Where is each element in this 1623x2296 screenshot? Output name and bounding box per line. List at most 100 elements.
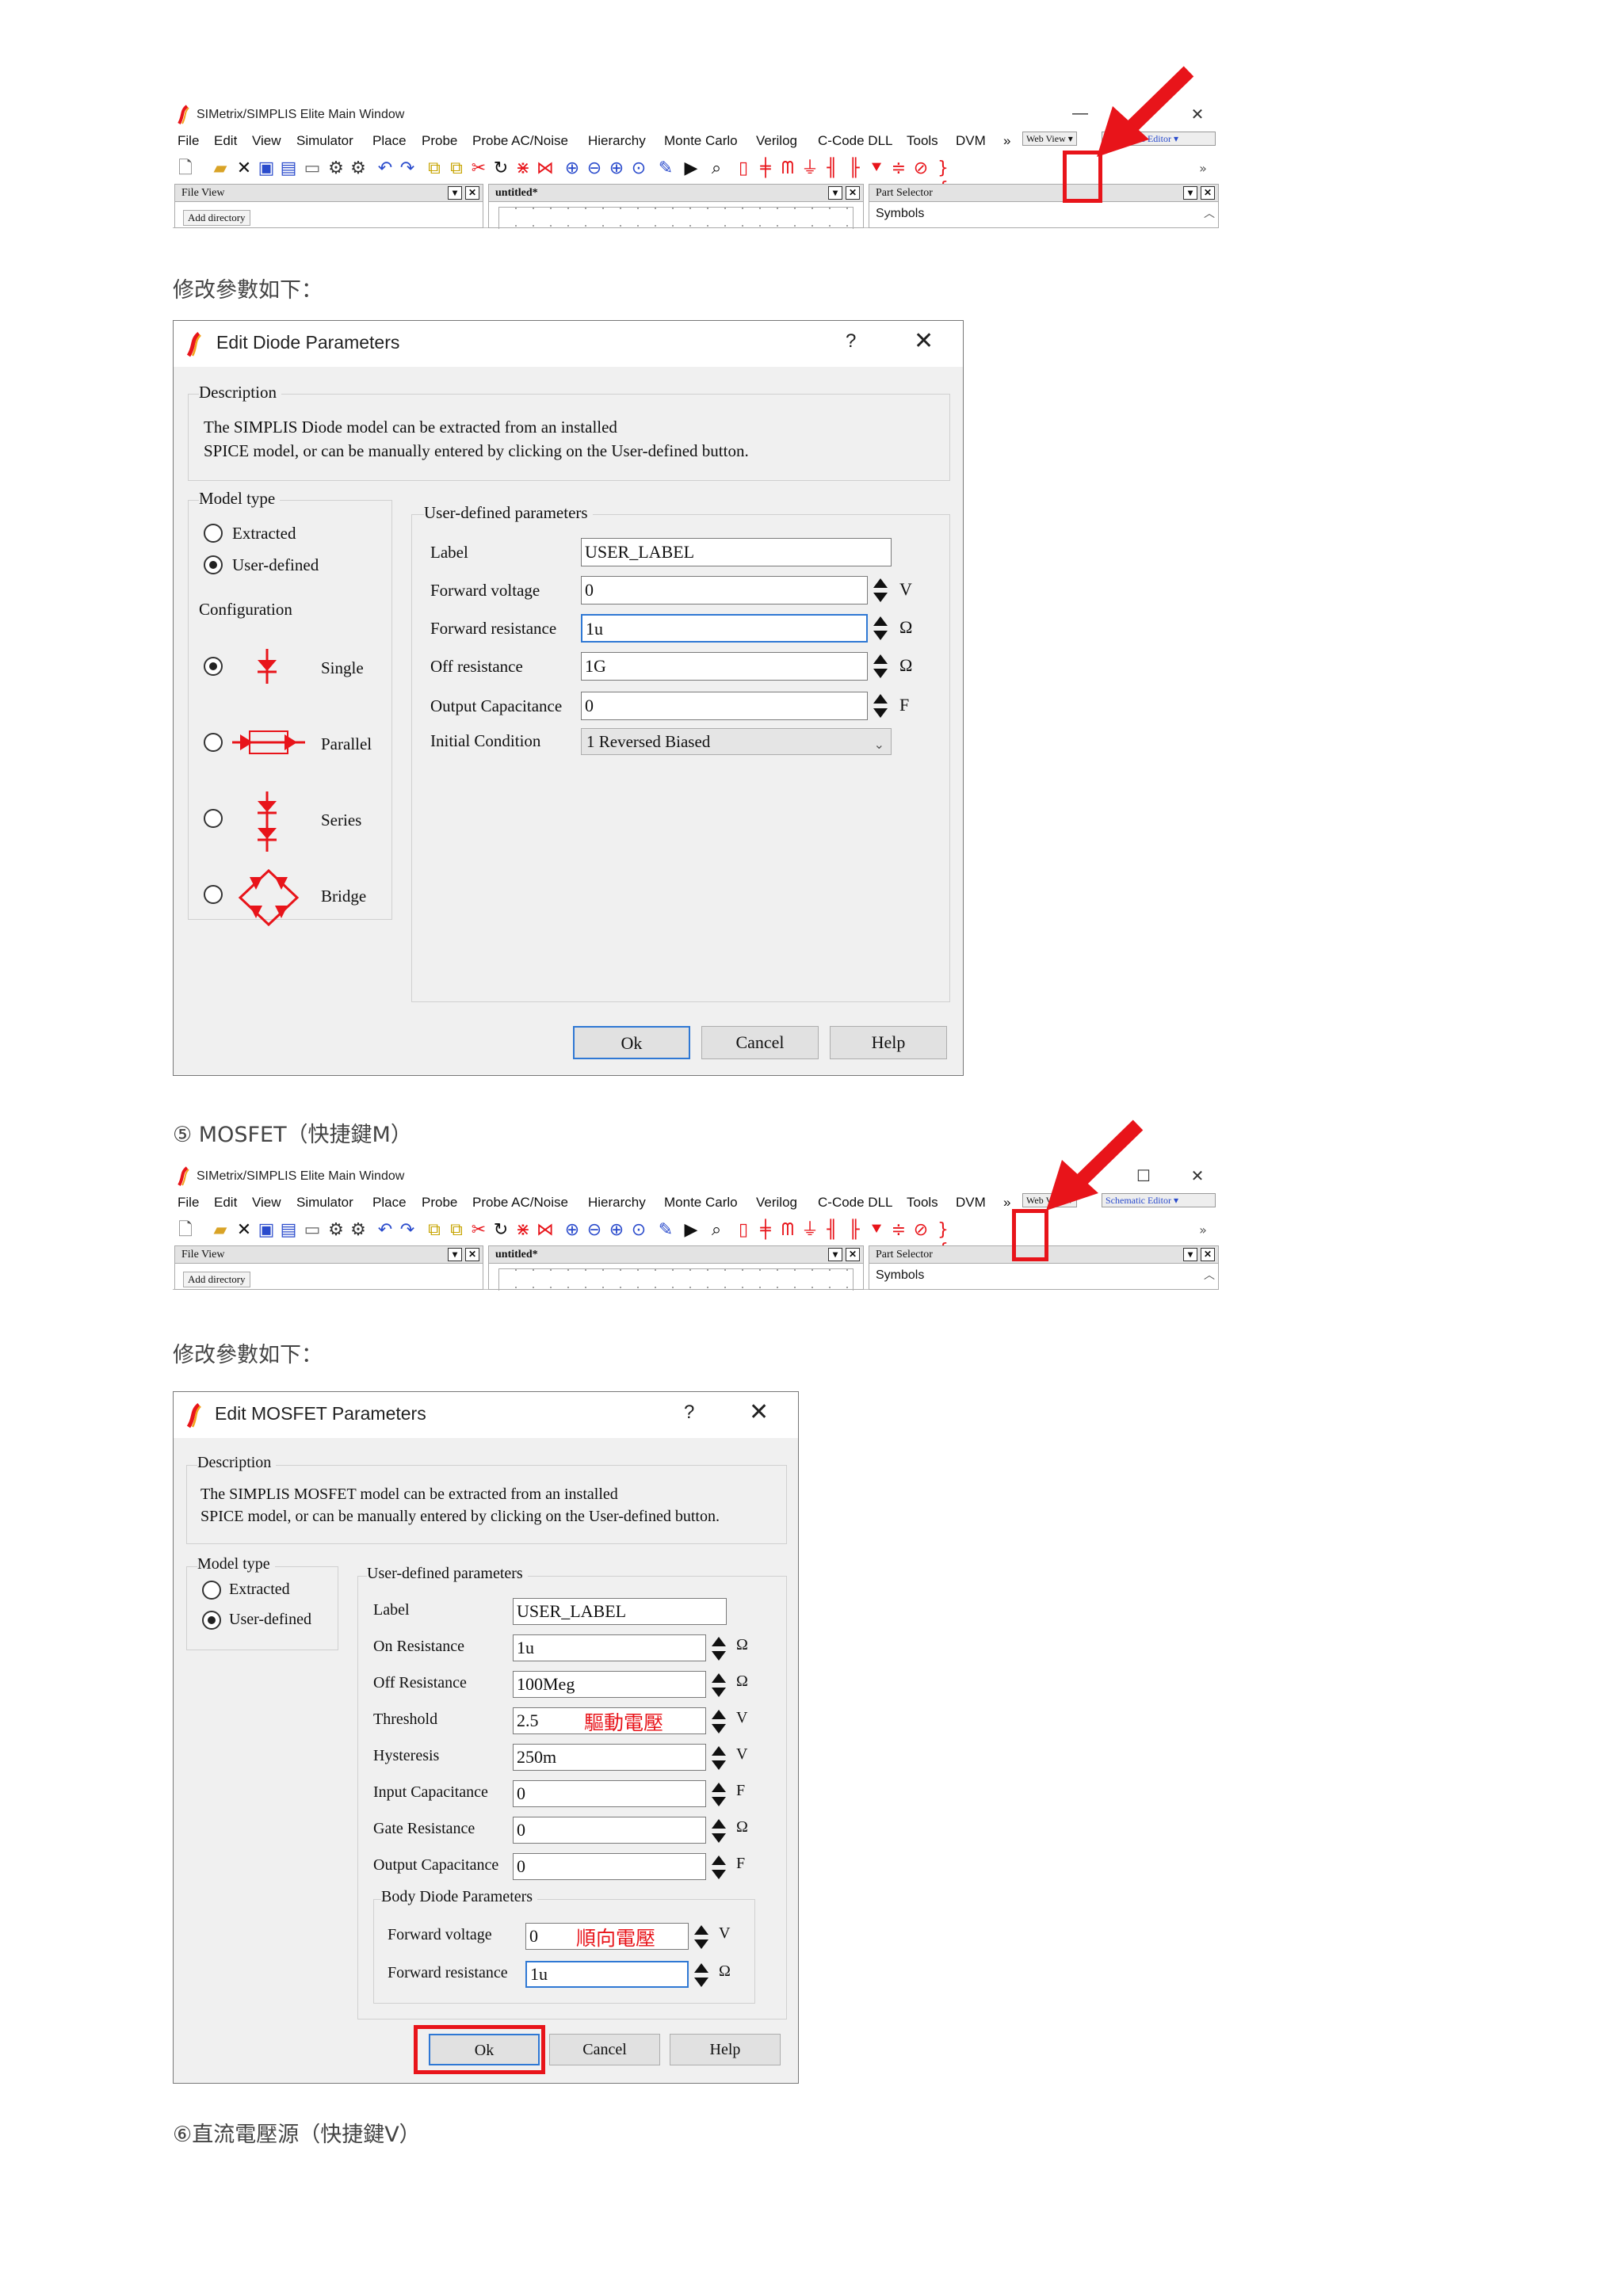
settings-icon[interactable]: ⚙ (327, 1220, 346, 1241)
zoom-out-icon[interactable]: ⊖ (585, 1220, 604, 1241)
menu-probe-ac-noise[interactable]: Probe AC/Noise (472, 1195, 568, 1211)
menu-file[interactable]: File (178, 133, 199, 149)
menu-hierarchy[interactable]: Hierarchy (588, 133, 646, 149)
gate-resistance-input[interactable]: 0 (513, 1817, 706, 1844)
wire-pen-icon[interactable]: ✎ (656, 158, 675, 179)
initial-condition-select[interactable]: 1 Reversed Biased ⌄ (581, 728, 892, 755)
off-resistance-stepper[interactable] (709, 1671, 728, 1699)
threshold-stepper[interactable] (709, 1707, 728, 1736)
open-folder-icon[interactable]: ▰ (211, 158, 230, 179)
bracket-icon[interactable]: }{ (934, 1220, 953, 1261)
add-directory-button[interactable]: Add directory (183, 210, 250, 226)
zoom-out-icon[interactable]: ⊖ (585, 158, 604, 179)
close-pane-icon[interactable]: ✕ (846, 186, 860, 200)
undo-icon[interactable]: ↶ (376, 158, 395, 179)
user-defined-radio[interactable] (204, 555, 223, 574)
scroll-up-icon[interactable]: ︿ (1204, 205, 1215, 221)
schematic-grid[interactable] (498, 207, 854, 229)
help-button[interactable]: Help (670, 2034, 781, 2065)
zoom-fit-icon[interactable]: ⊕ (563, 1220, 582, 1241)
extracted-radio[interactable] (202, 1581, 221, 1600)
wire-pen-icon[interactable]: ✎ (656, 1220, 675, 1241)
nmos-icon[interactable]: ╢ (823, 1220, 842, 1241)
gate-resistance-stepper[interactable] (709, 1817, 728, 1845)
help-icon[interactable]: ? (846, 330, 856, 353)
new-file-icon[interactable]: 🗋 (176, 158, 195, 179)
hysteresis-input[interactable]: 250m (513, 1744, 706, 1771)
save-all-icon[interactable]: ▤ (279, 1220, 298, 1241)
off-resistance-input[interactable]: 1G (581, 652, 868, 681)
schematic-grid[interactable] (498, 1268, 854, 1291)
schematic-tab[interactable]: untitled* ▾ ✕ (489, 185, 863, 202)
options-icon[interactable]: ⚙ (349, 1220, 368, 1241)
menu-file[interactable]: File (178, 1195, 199, 1211)
open-folder-icon[interactable]: ▰ (211, 1220, 230, 1241)
delete-icon[interactable]: ✕ (235, 158, 254, 179)
inductor-icon[interactable]: ᗰ (778, 158, 797, 179)
cancel-button[interactable]: Cancel (549, 2034, 660, 2065)
source-icon[interactable]: ⊘ (911, 158, 930, 179)
dropdown-icon[interactable]: ▾ (1183, 186, 1197, 200)
single-radio[interactable] (204, 657, 223, 676)
paste-icon[interactable]: ⧉ (447, 158, 466, 179)
menu-simulator[interactable]: Simulator (296, 1195, 353, 1211)
menu-dvm[interactable]: DVM (956, 1195, 986, 1211)
zoom-box-icon[interactable]: ⊙ (629, 1220, 648, 1241)
series-radio[interactable] (204, 809, 223, 828)
more-tools-icon[interactable]: » (1193, 1220, 1212, 1241)
dropdown-icon[interactable]: ▾ (1183, 1248, 1197, 1261)
menu-monte-carlo[interactable]: Monte Carlo (664, 133, 738, 149)
off-resistance-input[interactable]: 100Meg (513, 1671, 706, 1698)
close-pane-icon[interactable]: ✕ (1201, 1248, 1215, 1261)
menu-probe[interactable]: Probe (422, 1195, 457, 1211)
diode-icon[interactable]: ⯆ (867, 158, 886, 179)
on-resistance-input[interactable]: 1u (513, 1634, 706, 1661)
close-icon[interactable]: ✕ (749, 1398, 769, 1426)
pmos-icon[interactable]: ╟ (845, 158, 864, 179)
close-pane-icon[interactable]: ✕ (846, 1248, 860, 1261)
on-resistance-stepper[interactable] (709, 1634, 728, 1663)
options-icon[interactable]: ⚙ (349, 158, 368, 179)
print-icon[interactable]: ▭ (303, 1220, 322, 1241)
menu-view[interactable]: View (252, 1195, 281, 1211)
find-icon[interactable]: ⌕ (707, 158, 726, 179)
print-icon[interactable]: ▭ (303, 158, 322, 179)
menu-tools[interactable]: Tools (907, 133, 938, 149)
menu-place[interactable]: Place (372, 1195, 407, 1211)
body-forward-resistance-stepper[interactable] (692, 1961, 711, 1989)
flip-icon[interactable]: ⋇ (514, 1220, 533, 1241)
output-capacitance-stepper[interactable] (871, 692, 890, 720)
web-view-dropdown[interactable]: Web View ▾ (1022, 132, 1077, 146)
mirror-icon[interactable]: ⋈ (536, 158, 555, 179)
menu-monte-carlo[interactable]: Monte Carlo (664, 1195, 738, 1211)
user-defined-radio[interactable] (202, 1611, 221, 1630)
zener-icon[interactable]: ≑ (889, 1220, 908, 1241)
bridge-radio[interactable] (204, 885, 223, 904)
zoom-in-icon[interactable]: ⊕ (607, 1220, 626, 1241)
zoom-box-icon[interactable]: ⊙ (629, 158, 648, 179)
paste-icon[interactable]: ⧉ (447, 1220, 466, 1241)
dropdown-icon[interactable]: ▾ (828, 186, 842, 200)
redo-icon[interactable]: ↷ (398, 158, 417, 179)
rotate-icon[interactable]: ↻ (491, 1220, 510, 1241)
output-capacitance-input[interactable]: 0 (513, 1853, 706, 1880)
close-button[interactable]: ✕ (1186, 1166, 1209, 1186)
pmos-icon[interactable]: ╟ (845, 1220, 864, 1241)
dropdown-icon[interactable]: ▾ (448, 186, 462, 200)
ok-button[interactable]: Ok (573, 1026, 690, 1059)
mirror-icon[interactable]: ⋈ (536, 1220, 555, 1241)
cancel-button[interactable]: Cancel (701, 1026, 819, 1059)
help-icon[interactable]: ? (684, 1402, 694, 1424)
menu-hierarchy[interactable]: Hierarchy (588, 1195, 646, 1211)
zoom-in-icon[interactable]: ⊕ (607, 158, 626, 179)
parallel-radio[interactable] (204, 733, 223, 752)
redo-icon[interactable]: ↷ (398, 1220, 417, 1241)
diode-icon[interactable]: ⯆ (867, 1220, 886, 1241)
forward-resistance-input[interactable]: 1u (581, 614, 868, 643)
label-input[interactable]: USER_LABEL (513, 1598, 727, 1625)
menu-c-code-dll[interactable]: C-Code DLL (818, 1195, 893, 1211)
menu-probe[interactable]: Probe (422, 133, 457, 149)
schematic-tab[interactable]: untitled* ▾ ✕ (489, 1246, 863, 1264)
forward-resistance-stepper[interactable] (871, 614, 890, 643)
menu-overflow[interactable]: » (1003, 133, 1010, 149)
